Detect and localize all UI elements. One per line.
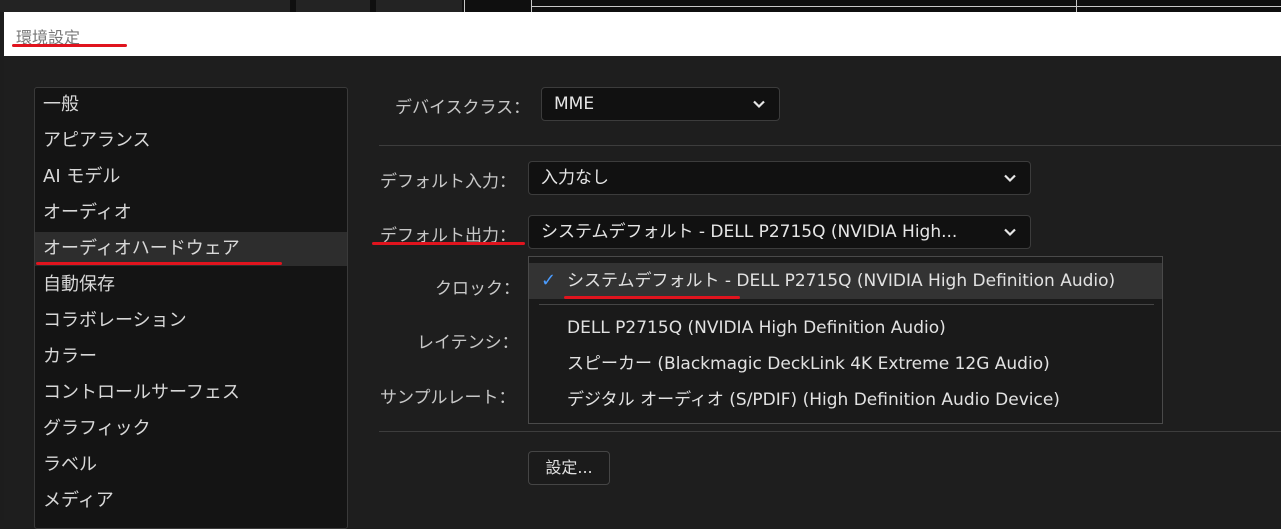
option-label: システムデフォルト - DELL P2715Q (NVIDIA High Def…: [567, 271, 1116, 291]
option-label: DELL P2715Q (NVIDIA High Definition Audi…: [567, 318, 946, 338]
annotation-underline: [36, 262, 282, 265]
sidebar-item-media[interactable]: メディア: [35, 484, 347, 518]
sidebar-item-audio[interactable]: オーディオ: [35, 196, 347, 230]
option-label: スピーカー (Blackmagic DeckLink 4K Extreme 12…: [567, 354, 1050, 374]
device-class-dropdown[interactable]: MME: [541, 87, 780, 121]
annotation-underline: [12, 44, 127, 47]
settings-button[interactable]: 設定...: [528, 451, 610, 485]
background-line: [531, 6, 1281, 7]
list-separator: [539, 304, 1154, 305]
default-output-dropdown[interactable]: システムデフォルト - DELL P2715Q (NVIDIA High...: [528, 215, 1031, 249]
sidebar-item-ai-models[interactable]: AI モデル: [35, 160, 347, 194]
option-label: デジタル オーディオ (S/PDIF) (High Definition Aud…: [567, 390, 1060, 410]
sidebar-item-audio-hardware[interactable]: オーディオハードウェア: [35, 232, 347, 266]
sidebar-item-labels[interactable]: ラベル: [35, 448, 347, 482]
sidebar-item-collaboration[interactable]: コラボレーション: [35, 304, 347, 338]
background-line: [464, 0, 465, 12]
background-app-strip: [0, 0, 1281, 12]
latency-label: レイテンシ：: [417, 333, 519, 353]
sidebar-item-graphics[interactable]: グラフィック: [35, 412, 347, 446]
annotation-underline: [372, 242, 525, 245]
output-option-system-default[interactable]: ✓ システムデフォルト - DELL P2715Q (NVIDIA High D…: [529, 263, 1162, 299]
annotation-underline: [564, 296, 740, 299]
background-panel: [376, 0, 462, 12]
default-input-dropdown[interactable]: 入力なし: [528, 161, 1031, 195]
sample-rate-label: サンプルレート：: [380, 388, 516, 408]
default-input-value: 入力なし: [541, 168, 609, 188]
sidebar-item-control-surface[interactable]: コントロールサーフェス: [35, 376, 347, 410]
output-option-spdif[interactable]: デジタル オーディオ (S/PDIF) (High Definition Aud…: [529, 382, 1162, 418]
checkmark-icon: ✓: [541, 270, 557, 291]
background-panel: [296, 0, 370, 12]
sidebar-item-color[interactable]: カラー: [35, 340, 347, 374]
output-option-dell-monitor[interactable]: DELL P2715Q (NVIDIA High Definition Audi…: [529, 310, 1162, 346]
sidebar-item-general[interactable]: 一般: [35, 88, 347, 122]
default-output-value: システムデフォルト - DELL P2715Q (NVIDIA High...: [541, 222, 958, 242]
title-bar: 環境設定: [4, 12, 1281, 56]
chevron-down-icon: [753, 100, 765, 109]
background-panel: [0, 0, 290, 12]
device-class-value: MME: [554, 94, 595, 114]
output-option-decklink-speaker[interactable]: スピーカー (Blackmagic DeckLink 4K Extreme 12…: [529, 346, 1162, 382]
sidebar-item-auto-save[interactable]: 自動保存: [35, 268, 347, 302]
category-sidebar: 一般 アピアランス AI モデル オーディオ オーディオハードウェア 自動保存 …: [34, 87, 348, 529]
clock-label: クロック：: [435, 279, 520, 299]
section-divider: [379, 145, 1281, 146]
chevron-down-icon: [1004, 228, 1016, 237]
chevron-down-icon: [1004, 174, 1016, 183]
default-input-label: デフォルト入力：: [380, 172, 516, 192]
sidebar-item-appearance[interactable]: アピアランス: [35, 124, 347, 158]
default-output-options-list: ✓ システムデフォルト - DELL P2715Q (NVIDIA High D…: [528, 256, 1163, 424]
section-divider: [379, 431, 1281, 432]
device-class-label: デバイスクラス：: [395, 98, 531, 118]
